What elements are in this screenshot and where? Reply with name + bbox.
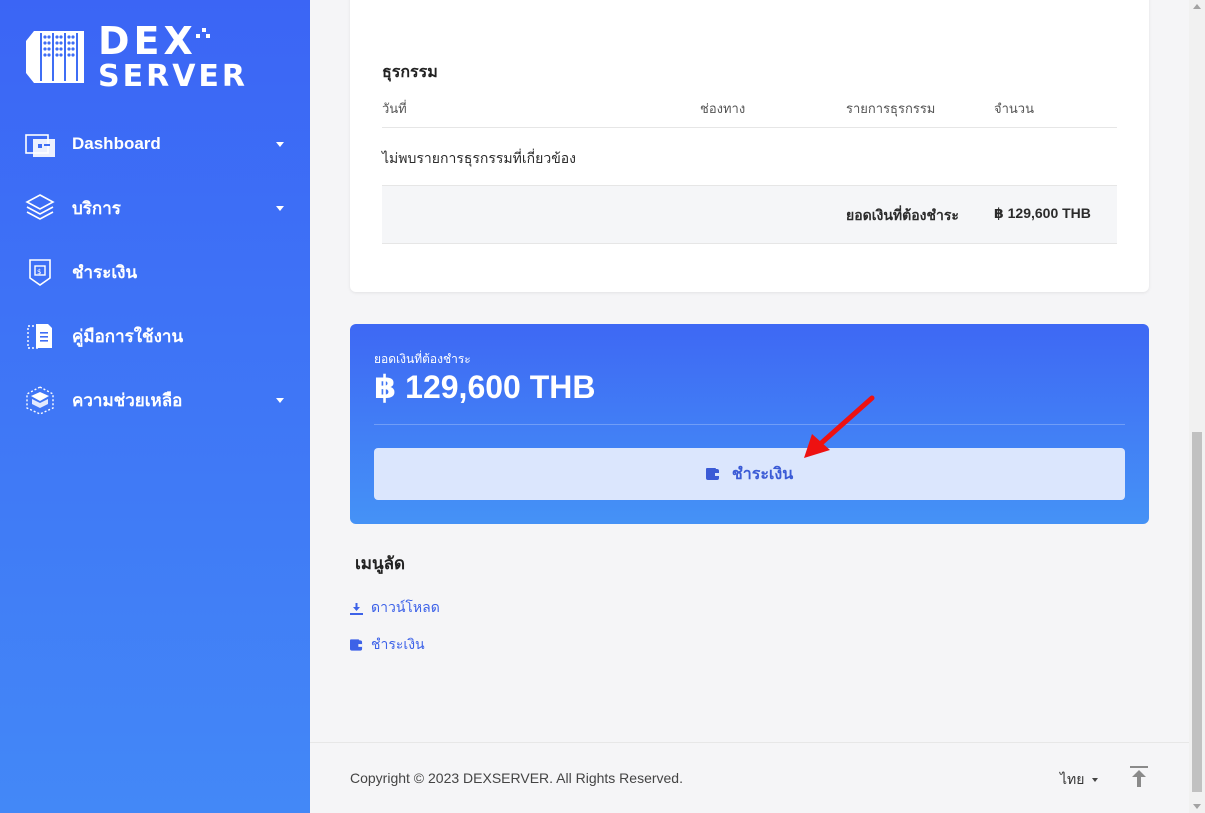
chevron-down-icon <box>276 398 284 403</box>
amount-due-value: ฿ 129,600 THB <box>374 369 596 405</box>
transactions-title: ธุรกรรม <box>382 64 438 81</box>
chevron-down-icon <box>276 142 284 147</box>
table-empty-row: ไม่พบรายการธุรกรรมที่เกี่ยวข้อง <box>382 128 1117 186</box>
table-total-row: ยอดเงินที่ต้องชำระ ฿ 129,600 THB <box>382 186 1117 244</box>
wallet-icon: $ <box>24 256 56 288</box>
sidebar-item-dashboard[interactable]: Dashboard <box>0 112 310 176</box>
scroll-to-top-icon[interactable] <box>1128 765 1150 789</box>
scroll-down-arrow-icon[interactable] <box>1193 804 1201 809</box>
shortcut-payment-label: ชำระเงิน <box>371 636 425 652</box>
sidebar-item-help[interactable]: ความช่วยเหลือ <box>0 368 310 432</box>
sidebar-item-label: คู่มือการใช้งาน <box>72 326 184 346</box>
column-header-channel: ช่องทาง <box>700 101 746 116</box>
scroll-up-arrow-icon[interactable] <box>1193 4 1201 9</box>
shortcut-download-label: ดาวน์โหลด <box>371 599 440 615</box>
page-scrollbar[interactable] <box>1189 0 1205 813</box>
total-value: ฿ 129,600 THB <box>994 205 1091 221</box>
brand-line-1: DEX <box>98 19 197 63</box>
sidebar-item-label: ชำระเงิน <box>72 262 138 282</box>
wallet-icon <box>705 468 720 480</box>
support-box-icon <box>24 384 56 416</box>
copyright-text: Copyright © 2023 DEXSERVER. All Rights R… <box>350 770 683 786</box>
chevron-down-icon <box>1092 778 1099 782</box>
sidebar-item-manual[interactable]: คู่มือการใช้งาน <box>0 304 310 368</box>
wallet-icon <box>350 639 364 651</box>
sidebar-item-payment[interactable]: $ ชำระเงิน <box>0 240 310 304</box>
brand-logo[interactable]: DEX SERVER <box>24 22 248 92</box>
amount-due-caption: ยอดเงินที่ต้องชำระ <box>374 352 471 366</box>
annotation-arrow-icon <box>804 395 875 458</box>
total-label: ยอดเงินที่ต้องชำระ <box>846 207 959 223</box>
transactions-table: วันที่ ช่องทาง รายการธุรกรรม จำนวน ไม่พบ… <box>382 88 1117 244</box>
sidebar-item-label: ความช่วยเหลือ <box>72 390 183 410</box>
sidebar-item-services[interactable]: บริการ <box>0 176 310 240</box>
server-stack-icon <box>24 192 56 224</box>
payment-summary-panel: ยอดเงินที่ต้องชำระ ฿ 129,600 THB ชำระเงิ… <box>350 324 1149 524</box>
brand-line-2: SERVER <box>98 59 249 94</box>
column-header-date: วันที่ <box>382 101 407 116</box>
pay-button-label: ชำระเงิน <box>731 465 794 483</box>
sidebar-nav: Dashboard บริการ $ ชำระเงิน คู่มือการใช้… <box>0 112 310 432</box>
sidebar-item-label: Dashboard <box>72 134 161 153</box>
sidebar-item-label: บริการ <box>72 198 121 218</box>
document-icon <box>24 320 56 352</box>
shortcut-payment-link[interactable]: ชำระเงิน <box>350 634 425 656</box>
language-label: ไทย <box>1060 771 1085 787</box>
shortcut-menu-title: เมนูลัด <box>355 554 406 573</box>
chevron-down-icon <box>276 206 284 211</box>
download-icon <box>350 602 364 615</box>
table-header: วันที่ ช่องทาง รายการธุรกรรม จำนวน <box>382 88 1117 128</box>
scrollbar-thumb[interactable] <box>1192 432 1202 792</box>
empty-message: ไม่พบรายการธุรกรรมที่เกี่ยวข้อง <box>382 150 577 166</box>
page-footer: Copyright © 2023 DEXSERVER. All Rights R… <box>310 742 1189 813</box>
language-selector[interactable]: ไทย <box>1060 769 1099 791</box>
dashboard-icon <box>24 128 56 160</box>
divider <box>374 424 1125 425</box>
server-rack-logo-icon <box>26 31 84 83</box>
svg-text:$: $ <box>37 268 41 276</box>
pixel-dots-icon <box>196 28 210 38</box>
column-header-amount: จำนวน <box>994 101 1034 116</box>
sidebar: DEX SERVER Dashboard บริการ $ ชำระเงิน ค… <box>0 0 310 813</box>
pay-button[interactable]: ชำระเงิน <box>374 448 1125 500</box>
shortcut-download-link[interactable]: ดาวน์โหลด <box>350 597 440 619</box>
column-header-transaction: รายการธุรกรรม <box>846 101 936 116</box>
transactions-card: ธุรกรรม วันที่ ช่องทาง รายการธุรกรรม จำน… <box>350 0 1149 292</box>
